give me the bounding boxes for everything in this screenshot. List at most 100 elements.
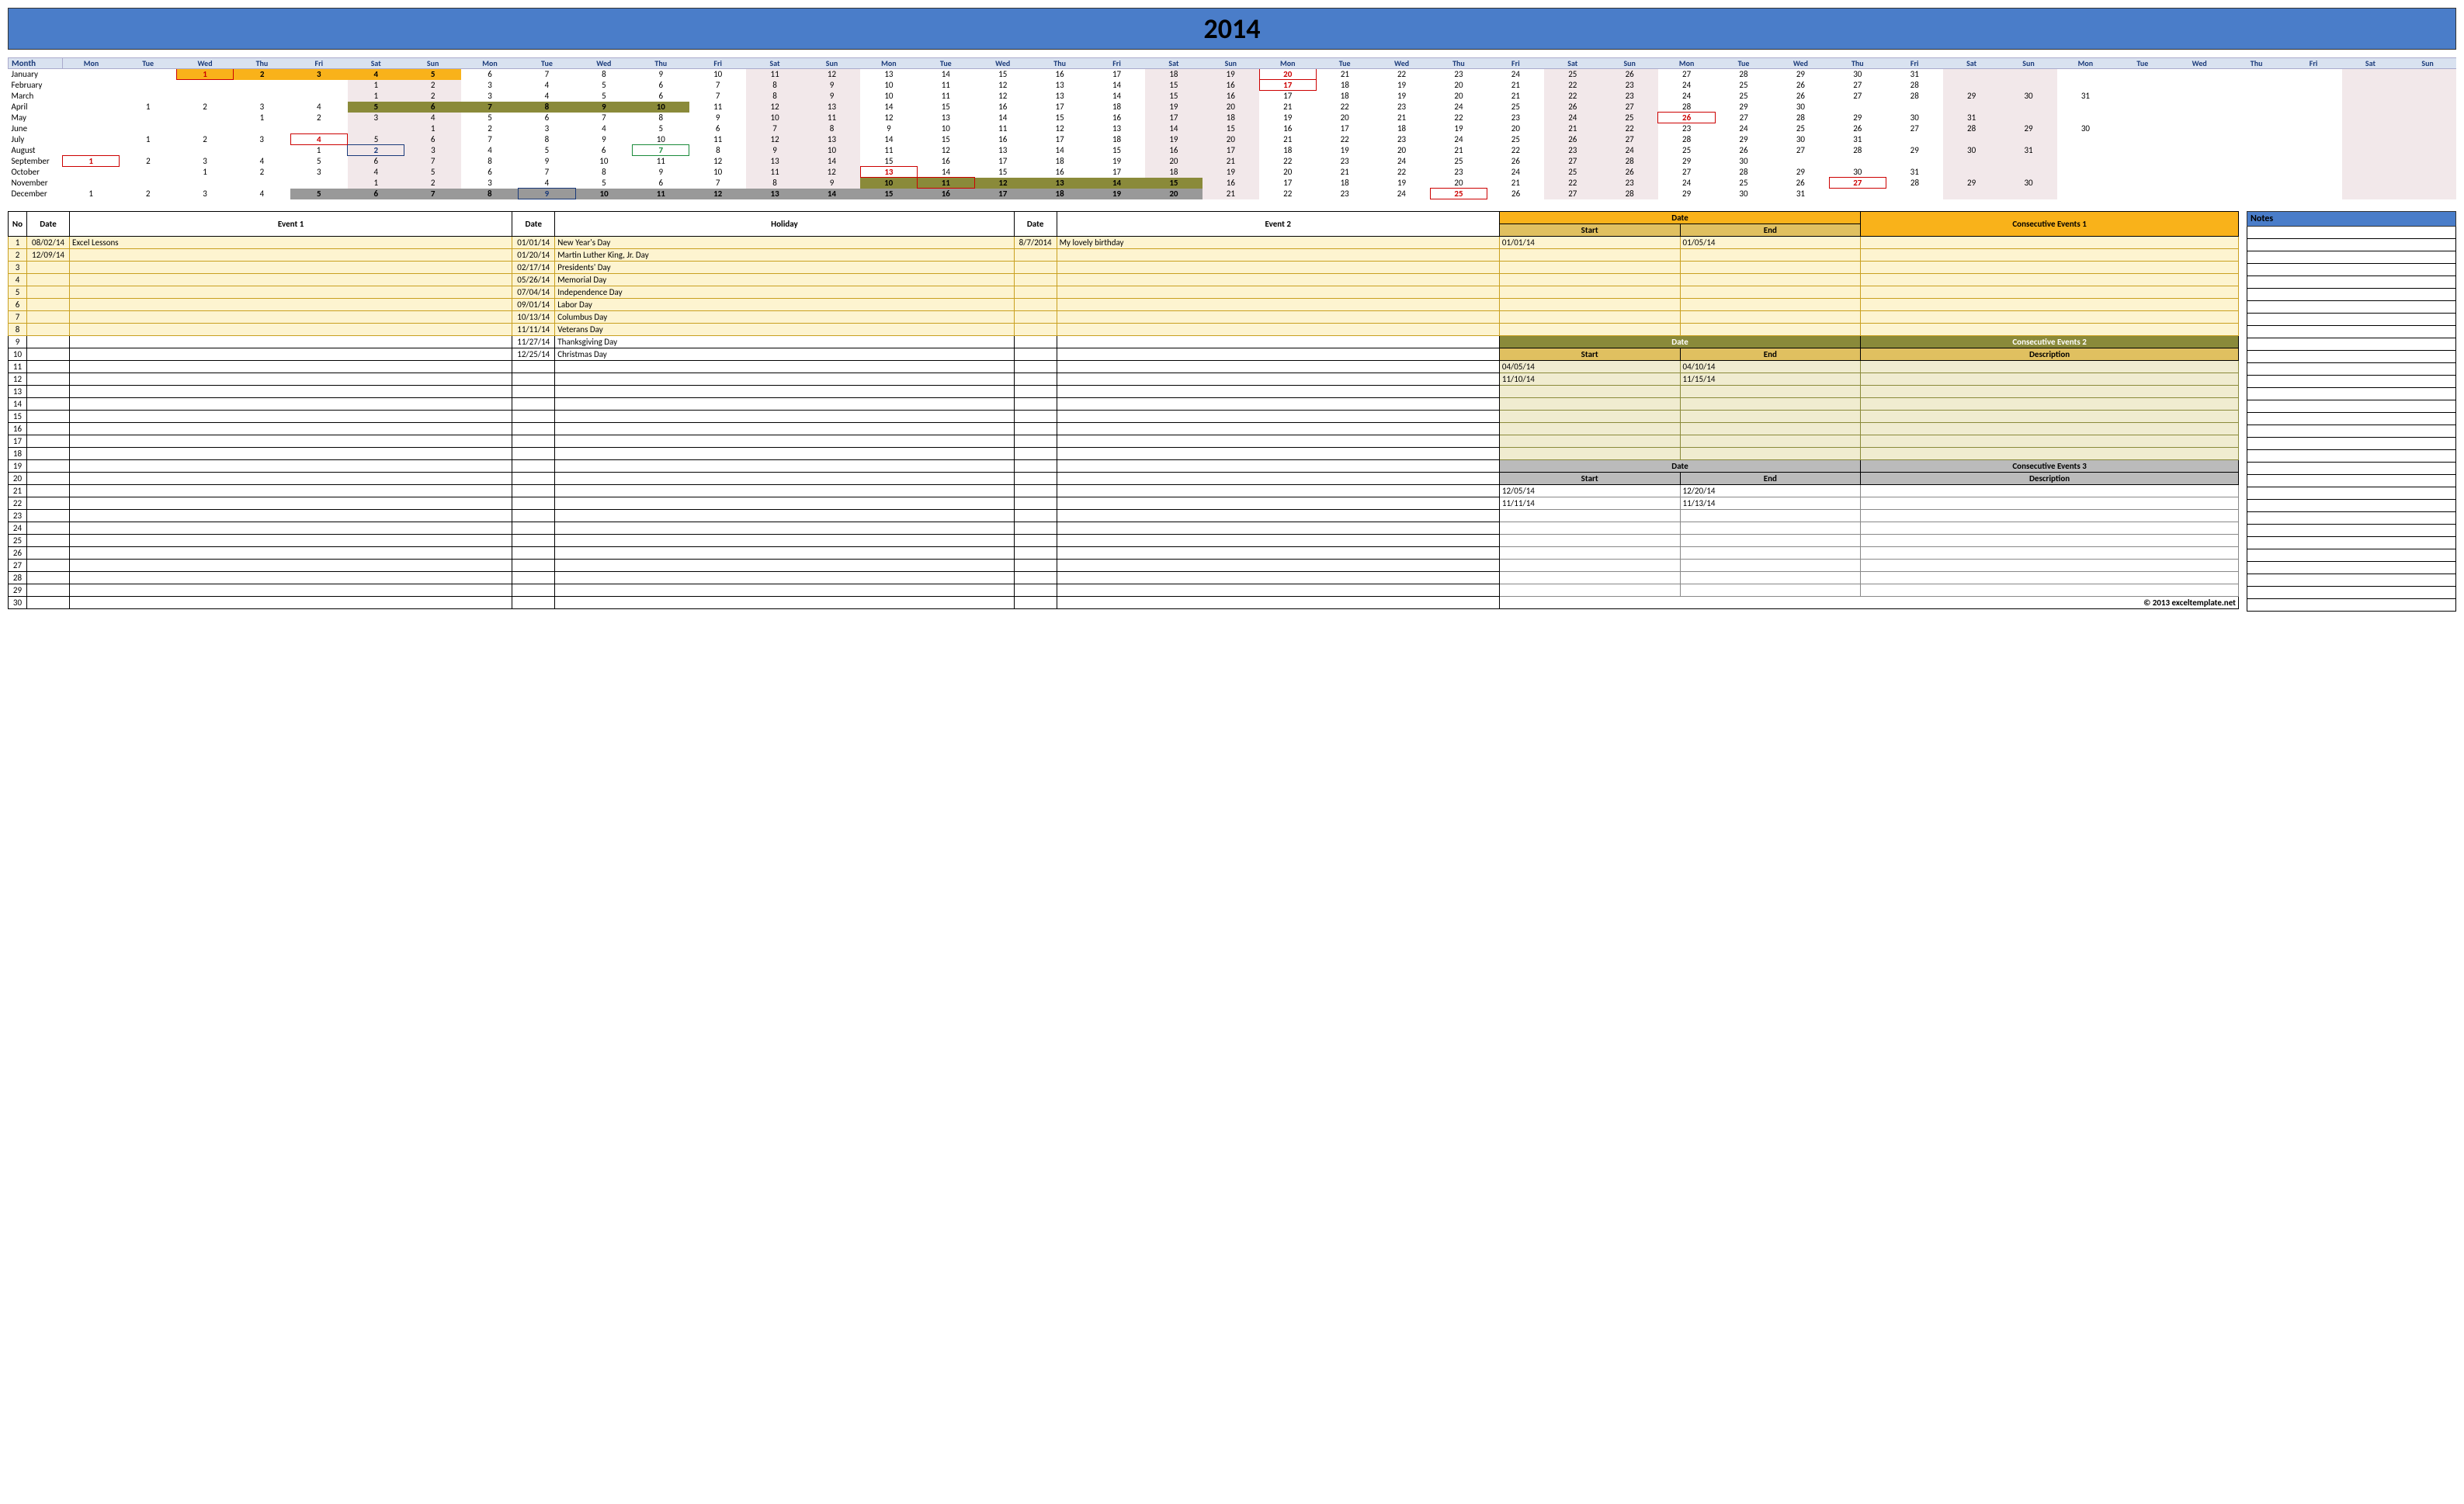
event-text[interactable] bbox=[70, 435, 512, 448]
calendar-cell[interactable] bbox=[2057, 178, 2114, 189]
calendar-cell[interactable]: 10 bbox=[803, 145, 860, 156]
event-date[interactable] bbox=[27, 597, 70, 609]
calendar-cell[interactable]: 14 bbox=[1088, 91, 1145, 102]
calendar-cell[interactable]: 26 bbox=[1772, 178, 1829, 189]
calendar-cell[interactable]: 15 bbox=[1088, 145, 1145, 156]
event-date[interactable] bbox=[512, 584, 555, 597]
event-date[interactable] bbox=[27, 324, 70, 336]
calendar-cell[interactable] bbox=[2171, 113, 2228, 123]
event-text[interactable] bbox=[555, 473, 1014, 485]
event-text[interactable] bbox=[70, 497, 512, 510]
calendar-cell[interactable]: 3 bbox=[461, 91, 518, 102]
calendar-cell[interactable] bbox=[2342, 69, 2399, 80]
calendar-cell[interactable] bbox=[1886, 102, 1943, 113]
calendar-cell[interactable] bbox=[2228, 156, 2285, 167]
event-date[interactable] bbox=[27, 473, 70, 485]
calendar-cell[interactable]: 2 bbox=[234, 69, 290, 80]
calendar-cell[interactable]: 5 bbox=[348, 134, 404, 145]
note-cell[interactable] bbox=[2247, 400, 2456, 413]
calendar-cell[interactable]: 31 bbox=[2057, 91, 2114, 102]
event-text[interactable] bbox=[70, 560, 512, 572]
calendar-cell[interactable]: 3 bbox=[234, 134, 290, 145]
event-date[interactable] bbox=[512, 361, 555, 373]
ce-start[interactable] bbox=[1499, 435, 1680, 448]
calendar-cell[interactable] bbox=[2342, 102, 2399, 113]
event-text[interactable] bbox=[1057, 485, 1499, 497]
event-text[interactable] bbox=[1057, 572, 1499, 584]
calendar-cell[interactable]: 28 bbox=[1829, 145, 1886, 156]
calendar-cell[interactable]: 16 bbox=[974, 134, 1031, 145]
note-cell[interactable] bbox=[2247, 388, 2456, 400]
calendar-cell[interactable]: 7 bbox=[689, 91, 746, 102]
calendar-cell[interactable]: 18 bbox=[1316, 91, 1373, 102]
event-text[interactable] bbox=[70, 485, 512, 497]
calendar-cell[interactable]: 14 bbox=[803, 189, 860, 199]
calendar-cell[interactable]: 27 bbox=[1601, 102, 1657, 113]
ce-start[interactable] bbox=[1499, 411, 1680, 423]
calendar-cell[interactable] bbox=[2285, 69, 2341, 80]
event-date[interactable]: 12/09/14 bbox=[27, 249, 70, 262]
calendar-cell[interactable] bbox=[176, 80, 233, 91]
calendar-cell[interactable]: 10 bbox=[633, 102, 689, 113]
calendar-cell[interactable] bbox=[2000, 156, 2056, 167]
calendar-cell[interactable] bbox=[2057, 167, 2114, 178]
calendar-cell[interactable]: 21 bbox=[1259, 102, 1316, 113]
ce-end[interactable] bbox=[1680, 535, 1861, 547]
event-text[interactable] bbox=[555, 448, 1014, 460]
calendar-cell[interactable]: 30 bbox=[2057, 123, 2114, 134]
calendar-cell[interactable] bbox=[2399, 123, 2456, 134]
event-date[interactable] bbox=[1014, 423, 1057, 435]
calendar-cell[interactable]: 26 bbox=[1601, 69, 1657, 80]
calendar-cell[interactable]: 27 bbox=[1829, 178, 1886, 189]
calendar-cell[interactable]: 21 bbox=[1487, 178, 1544, 189]
calendar-cell[interactable]: 28 bbox=[1886, 91, 1943, 102]
calendar-cell[interactable] bbox=[2399, 156, 2456, 167]
calendar-cell[interactable] bbox=[176, 145, 233, 156]
event-date[interactable] bbox=[512, 448, 555, 460]
calendar-cell[interactable]: 1 bbox=[404, 123, 461, 134]
calendar-cell[interactable]: 7 bbox=[746, 123, 803, 134]
calendar-cell[interactable]: 15 bbox=[974, 69, 1031, 80]
calendar-cell[interactable] bbox=[2399, 167, 2456, 178]
event-text[interactable] bbox=[70, 473, 512, 485]
calendar-cell[interactable] bbox=[176, 123, 233, 134]
ce-start[interactable] bbox=[1499, 572, 1680, 584]
calendar-cell[interactable]: 12 bbox=[803, 69, 860, 80]
event-text[interactable] bbox=[1057, 473, 1499, 485]
calendar-cell[interactable]: 2 bbox=[176, 134, 233, 145]
note-cell[interactable] bbox=[2247, 227, 2456, 239]
calendar-cell[interactable] bbox=[2171, 91, 2228, 102]
calendar-cell[interactable]: 7 bbox=[461, 134, 518, 145]
event-date[interactable] bbox=[512, 373, 555, 386]
ce-desc[interactable] bbox=[1861, 448, 2239, 460]
calendar-cell[interactable] bbox=[1829, 156, 1886, 167]
calendar-cell[interactable] bbox=[2114, 156, 2171, 167]
calendar-cell[interactable]: 29 bbox=[1715, 134, 1772, 145]
calendar-cell[interactable]: 9 bbox=[575, 102, 632, 113]
note-cell[interactable] bbox=[2247, 549, 2456, 562]
ce-start[interactable] bbox=[1499, 398, 1680, 411]
calendar-cell[interactable]: 26 bbox=[1772, 80, 1829, 91]
calendar-cell[interactable]: 6 bbox=[404, 102, 461, 113]
calendar-cell[interactable]: 18 bbox=[1031, 156, 1088, 167]
ce-end[interactable] bbox=[1680, 423, 1861, 435]
event-date[interactable] bbox=[27, 448, 70, 460]
event-date[interactable] bbox=[1014, 348, 1057, 361]
calendar-cell[interactable]: 5 bbox=[461, 113, 518, 123]
calendar-cell[interactable]: 16 bbox=[1031, 167, 1088, 178]
calendar-cell[interactable]: 13 bbox=[918, 113, 974, 123]
calendar-cell[interactable]: 23 bbox=[1373, 102, 1430, 113]
calendar-cell[interactable] bbox=[2171, 178, 2228, 189]
event-text[interactable] bbox=[555, 522, 1014, 535]
calendar-cell[interactable]: 9 bbox=[860, 123, 917, 134]
calendar-cell[interactable] bbox=[2114, 134, 2171, 145]
ce-end[interactable] bbox=[1680, 324, 1861, 336]
calendar-cell[interactable]: 22 bbox=[1544, 178, 1601, 189]
calendar-cell[interactable] bbox=[2228, 123, 2285, 134]
calendar-cell[interactable] bbox=[2171, 145, 2228, 156]
event-text[interactable] bbox=[1057, 311, 1499, 324]
event-date[interactable] bbox=[1014, 386, 1057, 398]
calendar-cell[interactable]: 6 bbox=[633, 80, 689, 91]
calendar-cell[interactable]: 2 bbox=[290, 113, 347, 123]
ce-start[interactable] bbox=[1499, 423, 1680, 435]
